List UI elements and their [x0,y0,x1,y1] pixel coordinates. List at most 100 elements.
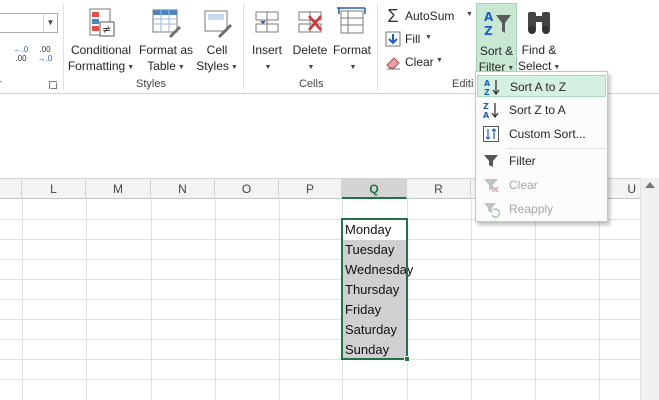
column-header-n[interactable]: N [151,179,215,199]
styles-group-label: Styles [136,78,166,90]
clear-button[interactable]: Clear ▼ [384,52,443,72]
number-group-label: r [0,78,2,90]
column-header-o[interactable]: O [215,179,279,199]
chevron-down-icon: ▼ [177,64,185,71]
autosum-button[interactable]: Σ AutoSum ▼ [384,6,473,26]
fill-button[interactable]: Fill ▼ [384,29,434,49]
conditional-formatting-label-1: Conditional [70,43,132,57]
group-divider [63,4,64,90]
svg-text:A: A [484,79,491,88]
grid-line [0,359,659,360]
menu-label-sort-a-to-z: Sort A to Z [510,80,567,94]
cell-styles-button[interactable]: Cell Styles ▼ [196,3,238,75]
insert-button[interactable]: Insert ▼ [247,3,287,75]
fill-handle[interactable] [404,356,410,362]
cell-styles-label-2: Styles [196,59,229,73]
format-as-table-label-1: Format as [138,43,193,57]
svg-text:Z: Z [484,88,490,96]
grid-line [0,339,659,340]
conditional-formatting-icon: ≠ [89,8,115,37]
cell-q-friday[interactable]: Friday [342,300,407,320]
cells-group-label: Cells [299,78,324,90]
menu-label-reapply: Reapply [509,202,554,216]
menu-label-custom-sort: Custom Sort... [509,127,586,141]
column-header-partial[interactable] [0,179,22,199]
chevron-down-icon: ▼ [466,11,473,18]
cell-q-sunday[interactable]: Sunday [342,340,407,360]
find-select-button[interactable]: Find & Select ▼ [518,3,560,75]
binoculars-icon [528,12,550,34]
menu-label-filter: Filter [509,154,536,168]
menu-item-clear[interactable]: Clear [477,174,606,196]
cell-q-wednesday[interactable]: Wednesday [342,260,413,280]
grid-line [0,319,659,320]
grid-line [0,379,659,380]
sort-filter-menu: A Z Sort A to Z Z A Sort Z to A Custom S… [475,71,608,222]
conditional-formatting-button[interactable]: ≠ Conditional Formatting ▼ [66,3,136,75]
format-button[interactable]: Format ▼ [331,3,373,75]
chevron-down-icon: ▼ [264,64,272,71]
svg-text:A: A [484,10,494,24]
fill-label: Fill [405,32,421,46]
clear-filter-icon [484,179,499,193]
menu-item-reapply[interactable]: Reapply [477,198,606,220]
grid-line [0,299,659,300]
column-header-l[interactable]: L [22,179,86,199]
conditional-formatting-label-2: Formatting [67,59,126,73]
delete-label: Delete [292,43,328,57]
delete-button[interactable]: Delete ▼ [290,3,330,75]
find-select-label-1: Find & [521,43,557,57]
editing-group-label: Editi [452,78,474,90]
group-divider [377,4,378,90]
decrease-decimal-button[interactable]: .00 →.0 [34,45,56,65]
menu-item-sort-z-to-a[interactable]: Z A Sort Z to A [477,99,606,121]
menu-item-sort-a-to-z[interactable]: A Z Sort A to Z [477,75,606,97]
cell-styles-label-1: Cell [206,43,228,57]
format-as-table-label-2: Table [147,59,176,73]
column-header-r[interactable]: R [407,179,471,199]
sigma-icon: Σ [387,6,399,26]
svg-text:A: A [483,111,490,119]
delete-cells-icon [298,11,322,33]
format-cells-icon [337,7,366,34]
increase-decimal-button[interactable]: ←.0.00 [10,45,32,65]
menu-item-filter[interactable]: Filter [477,150,606,172]
autosum-label: AutoSum [405,9,455,23]
fill-down-icon [385,31,401,47]
format-as-table-button[interactable]: Format as Table ▼ [138,3,194,75]
cell-styles-icon [204,10,232,38]
chevron-down-icon[interactable]: ▼ [43,14,57,32]
number-format-combo[interactable]: ▼ [0,13,58,33]
chevron-down-icon: ▼ [307,64,315,71]
custom-sort-icon [483,126,499,142]
cell-q-monday[interactable]: Monday [342,220,407,240]
scroll-up-icon[interactable] [645,182,655,188]
reapply-filter-icon [484,203,500,218]
number-dialog-launcher-icon[interactable] [49,81,57,89]
clear-label: Clear [405,55,434,69]
menu-label-sort-z-to-a: Sort Z to A [509,103,566,117]
sort-filter-icon: A Z [484,10,511,38]
chevron-down-icon: ▼ [230,64,238,71]
vertical-scrollbar[interactable] [640,178,659,400]
group-divider [243,4,244,90]
menu-separator [506,148,606,149]
svg-text:Z: Z [483,102,489,111]
insert-label: Insert [251,43,282,57]
column-header-p[interactable]: P [279,179,342,199]
menu-label-clear: Clear [509,178,538,192]
menu-item-custom-sort[interactable]: Custom Sort... [477,123,606,145]
column-header-m[interactable]: M [86,179,151,199]
chevron-down-icon: ▼ [127,64,135,71]
cell-q-saturday[interactable]: Saturday [342,320,407,340]
svg-text:Z: Z [484,24,493,38]
column-header-q[interactable]: Q [342,179,407,199]
eraser-icon [386,57,400,70]
insert-cells-icon [255,11,279,33]
sort-filter-button[interactable]: A Z Sort & Filter ▼ [476,3,517,75]
sort-descending-icon: Z A [483,102,499,119]
grid-line [0,259,659,260]
grid-line [0,239,659,240]
cell-q-thursday[interactable]: Thursday [342,280,407,300]
cell-q-tuesday[interactable]: Tuesday [342,240,407,260]
